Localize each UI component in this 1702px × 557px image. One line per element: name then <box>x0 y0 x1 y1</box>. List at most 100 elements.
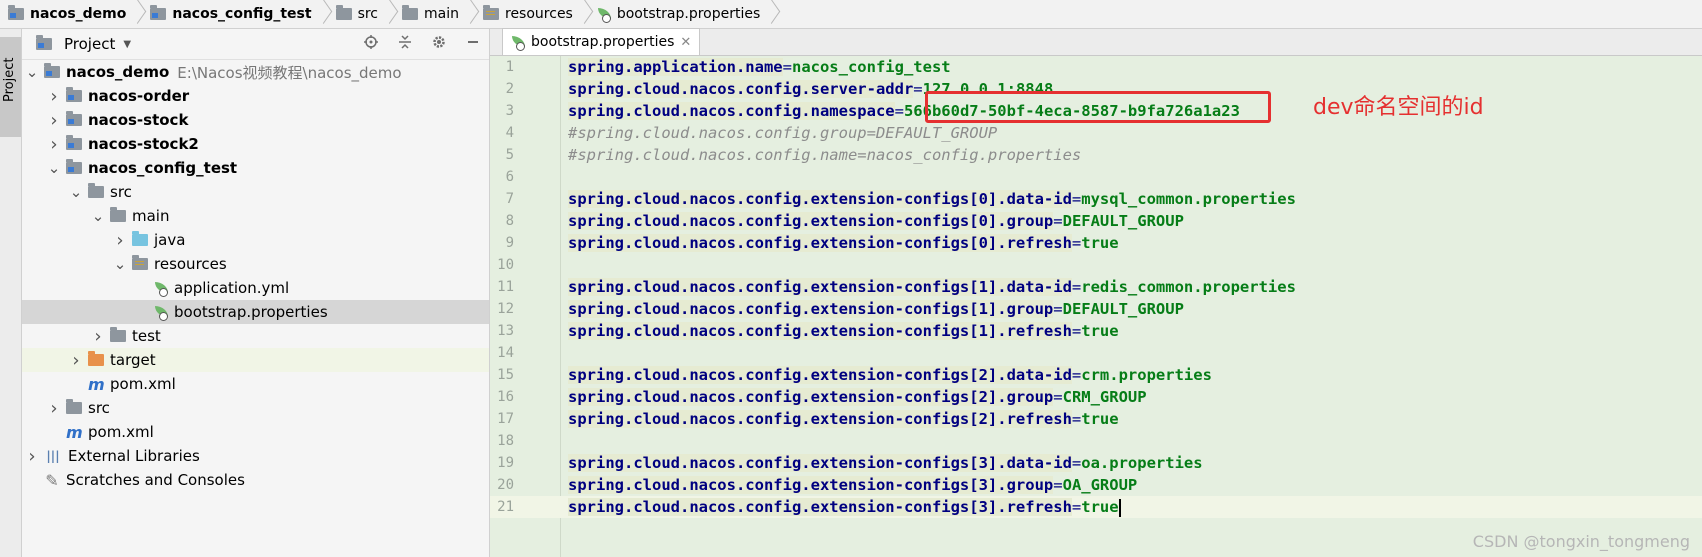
tree-node[interactable]: application.yml <box>22 276 489 300</box>
code-line[interactable]: 19 spring.cloud.nacos.config.extension-co… <box>490 452 1702 474</box>
tree-node[interactable]: › test <box>22 324 489 348</box>
breadcrumb-item[interactable]: bootstrap.properties <box>589 0 766 28</box>
tree-node[interactable]: m pom.xml <box>22 420 489 444</box>
project-path: E:\Nacos视频教程\nacos_demo <box>177 63 402 82</box>
line-number: 16 <box>497 389 514 405</box>
chevron-right-icon[interactable]: › <box>90 326 106 347</box>
navigation-breadcrumb: nacos_demo nacos_config_test src main resour… <box>0 0 1702 29</box>
chevron-down-icon[interactable]: ⌄ <box>112 257 128 272</box>
editor-tab-label: bootstrap.properties <box>531 34 675 50</box>
property-key: spring.cloud.nacos.config.namespace <box>568 102 895 120</box>
folder-icon <box>66 399 82 414</box>
code-line[interactable]: 17 spring.cloud.nacos.config.extension-co… <box>490 408 1702 430</box>
tree-node-label: src <box>88 399 110 417</box>
code-lines[interactable]: 1 spring.application.name=nacos_config_te… <box>490 56 1702 518</box>
code-line[interactable]: 12 spring.cloud.nacos.config.extension-co… <box>490 298 1702 320</box>
tree-node[interactable]: ⌄ main <box>22 204 489 228</box>
chevron-right-icon[interactable]: › <box>112 230 128 251</box>
tree-node[interactable]: › target <box>22 348 489 372</box>
java-folder-icon <box>132 231 148 246</box>
collapse-all-icon[interactable] <box>397 34 413 54</box>
chevron-right-icon[interactable]: › <box>46 110 62 131</box>
property-key: spring.cloud.nacos.config.extension-conf… <box>568 454 1072 472</box>
module-folder-icon <box>66 135 82 150</box>
property-key: spring.cloud.nacos.config.extension-conf… <box>568 278 1072 296</box>
equals-sign: = <box>1053 476 1063 494</box>
equals-sign: = <box>913 80 923 98</box>
code-line[interactable]: 5 #spring.cloud.nacos.config.name=nacos_c… <box>490 144 1702 166</box>
code-line[interactable]: 6 <box>490 166 1702 188</box>
line-number: 12 <box>497 301 514 317</box>
project-view-selector[interactable]: Project <box>64 35 115 53</box>
maven-icon: m <box>66 422 83 442</box>
close-icon[interactable]: ✕ <box>680 35 691 50</box>
tree-node-label: Scratches and Consoles <box>66 471 245 489</box>
code-line[interactable]: 8 spring.cloud.nacos.config.extension-con… <box>490 210 1702 232</box>
tree-node[interactable]: ⌄ nacos_demo E:\Nacos视频教程\nacos_demo <box>22 60 489 84</box>
tree-node[interactable]: › src <box>22 396 489 420</box>
equals-sign: = <box>1071 410 1082 428</box>
code-line[interactable]: 4 #spring.cloud.nacos.config.group=DEFAUL… <box>490 122 1702 144</box>
code-line[interactable]: 9 spring.cloud.nacos.config.extension-con… <box>490 232 1702 254</box>
line-number: 11 <box>497 279 514 295</box>
code-line[interactable]: 7 spring.cloud.nacos.config.extension-con… <box>490 188 1702 210</box>
tree-node[interactable]: › java <box>22 228 489 252</box>
code-line[interactable]: 10 <box>490 254 1702 276</box>
breadcrumb-item[interactable]: main <box>394 0 465 28</box>
breadcrumb-separator <box>579 0 589 28</box>
tree-node[interactable]: ✎ Scratches and Consoles <box>22 468 489 492</box>
property-value: true <box>1081 498 1119 516</box>
property-value: nacos_config_test <box>791 58 951 76</box>
watermark: CSDN @tongxin_tongmeng <box>1472 532 1690 551</box>
breadcrumb-item[interactable]: nacos_demo <box>0 0 132 28</box>
locate-file-icon[interactable] <box>363 34 379 54</box>
code-line[interactable]: 11 spring.cloud.nacos.config.extension-co… <box>490 276 1702 298</box>
breadcrumb-item[interactable]: src <box>328 0 384 28</box>
chevron-right-icon[interactable]: › <box>46 134 62 155</box>
project-tool-window-button[interactable]: Project <box>0 37 21 137</box>
code-text: spring.application.name=nacos_config_tes… <box>568 56 951 78</box>
chevron-right-icon[interactable]: › <box>46 86 62 107</box>
code-line[interactable]: 15 spring.cloud.nacos.config.extension-co… <box>490 364 1702 386</box>
code-text: spring.cloud.nacos.config.extension-conf… <box>568 496 1121 518</box>
tree-node[interactable]: ⌄ src <box>22 180 489 204</box>
tree-node[interactable]: › nacos-stock2 <box>22 132 489 156</box>
tree-node[interactable]: › nacos-order <box>22 84 489 108</box>
tree-node[interactable]: › nacos-stock <box>22 108 489 132</box>
tree-node[interactable]: bootstrap.properties <box>22 300 489 324</box>
tree-node[interactable]: m pom.xml <box>22 372 489 396</box>
code-text: #spring.cloud.nacos.config.name=nacos_co… <box>568 144 1081 166</box>
hide-panel-icon[interactable] <box>465 34 481 54</box>
chevron-down-icon[interactable]: ⌄ <box>68 185 84 200</box>
breadcrumb-item[interactable]: nacos_config_test <box>142 0 317 28</box>
line-number: 1 <box>505 59 514 75</box>
chevron-down-icon[interactable]: ⌄ <box>46 161 62 176</box>
code-line[interactable]: 20 spring.cloud.nacos.config.extension-co… <box>490 474 1702 496</box>
breadcrumb-separator <box>132 0 142 28</box>
code-line[interactable]: 16 spring.cloud.nacos.config.extension-co… <box>490 386 1702 408</box>
tree-node[interactable]: ⌄ resources <box>22 252 489 276</box>
editor-tab-bootstrap-properties[interactable]: bootstrap.properties ✕ <box>502 28 701 55</box>
property-value: CRM_GROUP <box>1062 388 1147 406</box>
equals-sign: = <box>1053 300 1063 318</box>
chevron-right-icon[interactable]: › <box>46 398 62 419</box>
libraries-icon: ||| <box>46 449 60 463</box>
tree-node[interactable]: › ||| External Libraries <box>22 444 489 468</box>
line-number: 18 <box>497 433 514 449</box>
equals-sign: = <box>1071 234 1082 252</box>
chevron-down-icon[interactable]: ⌄ <box>24 65 40 80</box>
chevron-right-icon[interactable]: › <box>24 446 40 467</box>
gear-icon[interactable] <box>431 34 447 54</box>
code-line[interactable]: 21 spring.cloud.nacos.config.extension-co… <box>490 496 1702 518</box>
breadcrumb-item[interactable]: resources <box>475 0 579 28</box>
chevron-right-icon[interactable]: › <box>68 350 84 371</box>
chevron-down-icon[interactable]: ⌄ <box>90 209 106 224</box>
code-line[interactable]: 1 spring.application.name=nacos_config_te… <box>490 56 1702 78</box>
tree-node[interactable]: ⌄ nacos_config_test <box>22 156 489 180</box>
code-line[interactable]: 18 <box>490 430 1702 452</box>
code-line[interactable]: 14 <box>490 342 1702 364</box>
module-folder-icon <box>150 5 167 20</box>
breadcrumb-separator <box>384 0 394 28</box>
chevron-down-icon[interactable]: ▼ <box>123 39 131 50</box>
code-line[interactable]: 13 spring.cloud.nacos.config.extension-co… <box>490 320 1702 342</box>
